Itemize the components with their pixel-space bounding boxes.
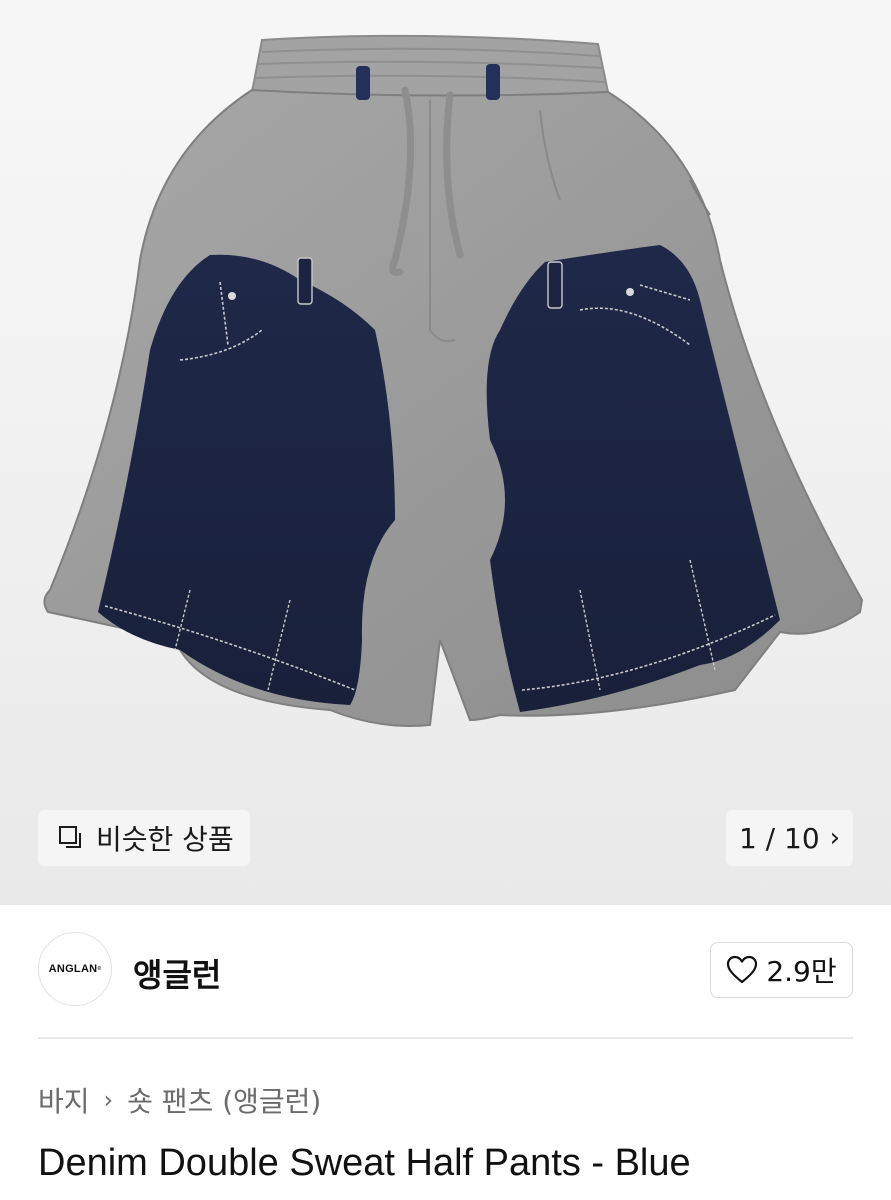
brand-name[interactable]: 앵글런 [133,950,221,996]
product-image-gallery[interactable]: 비슷한 상품 1 / 10 › [0,0,891,905]
image-counter: 1 / 10 [738,821,820,855]
similar-items-button[interactable]: 비슷한 상품 [38,810,250,866]
brand-logo-text: ANGLAN [48,963,98,975]
product-image [43,34,864,727]
chevron-right-icon: › [829,823,841,853]
similar-items-label: 비슷한 상품 [96,823,234,856]
product-title: Denim Double Sweat Half Pants - Blue [38,1142,691,1184]
chevron-right-icon: › [103,1086,114,1114]
divider [38,1037,853,1039]
breadcrumb-item-category[interactable]: 바지 [38,1080,90,1120]
breadcrumb: 바지 › 숏 팬츠 (앵글런) [38,1080,321,1120]
brand-logo[interactable]: ANGLAN ® [38,932,112,1006]
similar-items-icon [59,826,81,848]
image-counter-button[interactable]: 1 / 10 › [726,810,853,866]
like-count: 2.9만 [766,955,837,988]
breadcrumb-item-subcategory[interactable]: 숏 팬츠 (앵글런) [127,1080,321,1120]
heart-icon [727,955,758,984]
like-button[interactable]: 2.9만 [710,942,853,998]
brand-row: ANGLAN ® 앵글런 2.9만 [38,932,853,1008]
